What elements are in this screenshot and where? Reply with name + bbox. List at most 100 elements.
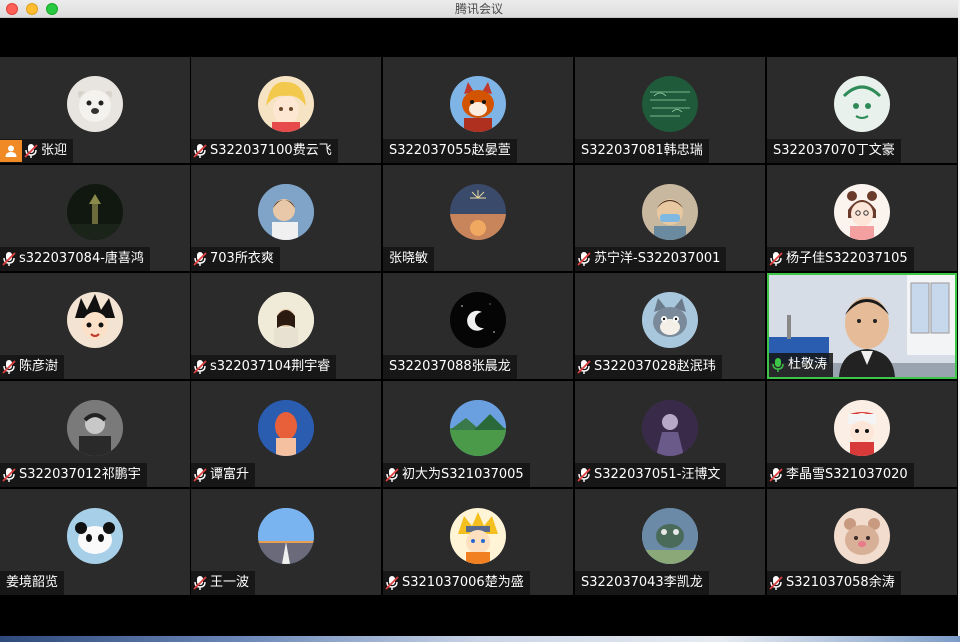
mic-muted-icon (24, 143, 41, 159)
participant-name: S322037055赵晏萱 (389, 143, 511, 158)
participant-avatar (642, 184, 698, 240)
participant-avatar (67, 292, 123, 348)
participant-avatar (67, 400, 123, 456)
participant-tile[interactable]: s322037084-唐喜鸿 (0, 165, 190, 271)
participant-name: S322037100费云飞 (210, 143, 332, 158)
participant-tile[interactable]: S322037088张晨龙 (383, 273, 573, 379)
participant-name-bar: S322037055赵晏萱 (383, 139, 517, 163)
mic-muted-icon (769, 251, 786, 267)
participant-avatar (258, 400, 314, 456)
participant-name: 姜境韶览 (6, 575, 59, 590)
participant-avatar (450, 508, 506, 564)
mic-muted-icon (193, 143, 210, 159)
participant-name-bar: S322037051-汪博文 (575, 463, 727, 487)
participant-tile[interactable]: 姜境韶览 (0, 489, 190, 595)
participant-tile[interactable]: 703所衣爽 (191, 165, 381, 271)
participant-avatar (258, 508, 314, 564)
participant-tile[interactable]: S322037070丁文豪 (767, 57, 957, 163)
participant-name-bar: 谭富升 (191, 463, 256, 487)
mic-on-icon (771, 357, 788, 373)
participant-name-bar: 姜境韶览 (0, 571, 65, 595)
participant-avatar (67, 184, 123, 240)
participant-tile[interactable]: 陈彦澍 (0, 273, 190, 379)
participant-tile[interactable]: S322037055赵晏萱 (383, 57, 573, 163)
participant-tile[interactable]: 王一波 (191, 489, 381, 595)
participant-name-bar: 李晶雪S321037020 (767, 463, 914, 487)
participant-name: s322037104荆宇睿 (210, 359, 331, 374)
participant-avatar (67, 508, 123, 564)
mic-muted-icon (2, 359, 19, 375)
participant-tile[interactable]: S322037043李凯龙 (575, 489, 765, 595)
participant-avatar (642, 292, 698, 348)
participant-name-bar: 陈彦澍 (0, 355, 65, 379)
participant-name: 初大为S321037005 (402, 467, 524, 482)
window-title: 腾讯会议 (454, 2, 503, 16)
participant-tile[interactable]: 苏宁洋-S322037001 (575, 165, 765, 271)
meeting-window: 腾讯会议 张迎 S322037100费云飞 S322037055赵晏萱 S322037… (0, 0, 958, 636)
participant-name: s322037084-唐喜鸿 (19, 251, 144, 266)
mic-muted-icon (769, 467, 786, 483)
mic-muted-icon (2, 251, 19, 267)
participant-tile[interactable]: 李晶雪S321037020 (767, 381, 957, 487)
host-icon (0, 140, 22, 162)
mic-muted-icon (385, 575, 402, 591)
participant-name: 张迎 (41, 143, 68, 158)
mic-muted-icon (2, 467, 19, 483)
participant-tile[interactable]: S322037012祁鹏宇 (0, 381, 190, 487)
participant-name: S322037070丁文豪 (773, 143, 895, 158)
bottom-toolbar (0, 596, 958, 636)
participant-name-bar: S322037088张晨龙 (383, 355, 517, 379)
participant-name: 苏宁洋-S322037001 (594, 251, 721, 266)
participant-tile[interactable]: S321037058余涛 (767, 489, 957, 595)
participant-tile[interactable]: S321037006楚为盛 (383, 489, 573, 595)
participant-tile[interactable]: s322037104荆宇睿 (191, 273, 381, 379)
participant-avatar (450, 76, 506, 132)
participant-name-bar: s322037084-唐喜鸿 (0, 247, 150, 271)
participant-name-bar: S322037028赵泯玮 (575, 355, 722, 379)
participant-avatar (67, 76, 123, 132)
participant-name-bar: 初大为S321037005 (383, 463, 530, 487)
participant-tile[interactable]: 张晓敏 (383, 165, 573, 271)
participant-tile[interactable]: 张迎 (0, 57, 190, 163)
mic-muted-icon (193, 467, 210, 483)
participant-avatar (450, 400, 506, 456)
participant-name-bar: 王一波 (191, 571, 256, 595)
participant-tile[interactable]: 初大为S321037005 (383, 381, 573, 487)
top-toolbar (0, 19, 958, 57)
participant-name: S322037051-汪博文 (594, 467, 721, 482)
participant-avatar (834, 76, 890, 132)
participant-name: S322037012祁鹏宇 (19, 467, 141, 482)
participant-name-bar: 杨子佳S322037105 (767, 247, 914, 271)
participant-name-bar: S322037070丁文豪 (767, 139, 901, 163)
mic-muted-icon (577, 251, 594, 267)
participant-name: 张晓敏 (389, 251, 429, 266)
participant-tile[interactable]: 杨子佳S322037105 (767, 165, 957, 271)
participant-tile[interactable]: 谭富升 (191, 381, 381, 487)
participant-name: 杨子佳S322037105 (786, 251, 908, 266)
participant-name-bar: S321037006楚为盛 (383, 571, 530, 595)
participant-name-bar: 703所衣爽 (191, 247, 280, 271)
participant-name: 王一波 (210, 575, 250, 590)
mic-muted-icon (769, 575, 786, 591)
participant-name-bar: S321037058余涛 (767, 571, 901, 595)
participant-tile[interactable]: S322037028赵泯玮 (575, 273, 765, 379)
participant-name: 杜敬涛 (788, 357, 828, 372)
participant-tile[interactable]: S322037051-汪博文 (575, 381, 765, 487)
participant-name-bar: S322037043李凯龙 (575, 571, 709, 595)
mic-muted-icon (193, 575, 210, 591)
mic-muted-icon (193, 251, 210, 267)
participant-avatar (642, 508, 698, 564)
mic-muted-icon (193, 359, 210, 375)
participant-tile[interactable]: 杜敬涛 (767, 273, 957, 379)
participant-avatar (834, 508, 890, 564)
participant-name: 谭富升 (210, 467, 250, 482)
participant-tile[interactable]: S322037081韩忠瑞 (575, 57, 765, 163)
mic-muted-icon (577, 467, 594, 483)
title-bar: 腾讯会议 (0, 0, 958, 18)
participant-name: S322037028赵泯玮 (594, 359, 716, 374)
participant-tile[interactable]: S322037100费云飞 (191, 57, 381, 163)
participant-name-bar: s322037104荆宇睿 (191, 355, 337, 379)
mic-muted-icon (577, 359, 594, 375)
participant-name: S322037043李凯龙 (581, 575, 703, 590)
participant-name: S322037081韩忠瑞 (581, 143, 703, 158)
